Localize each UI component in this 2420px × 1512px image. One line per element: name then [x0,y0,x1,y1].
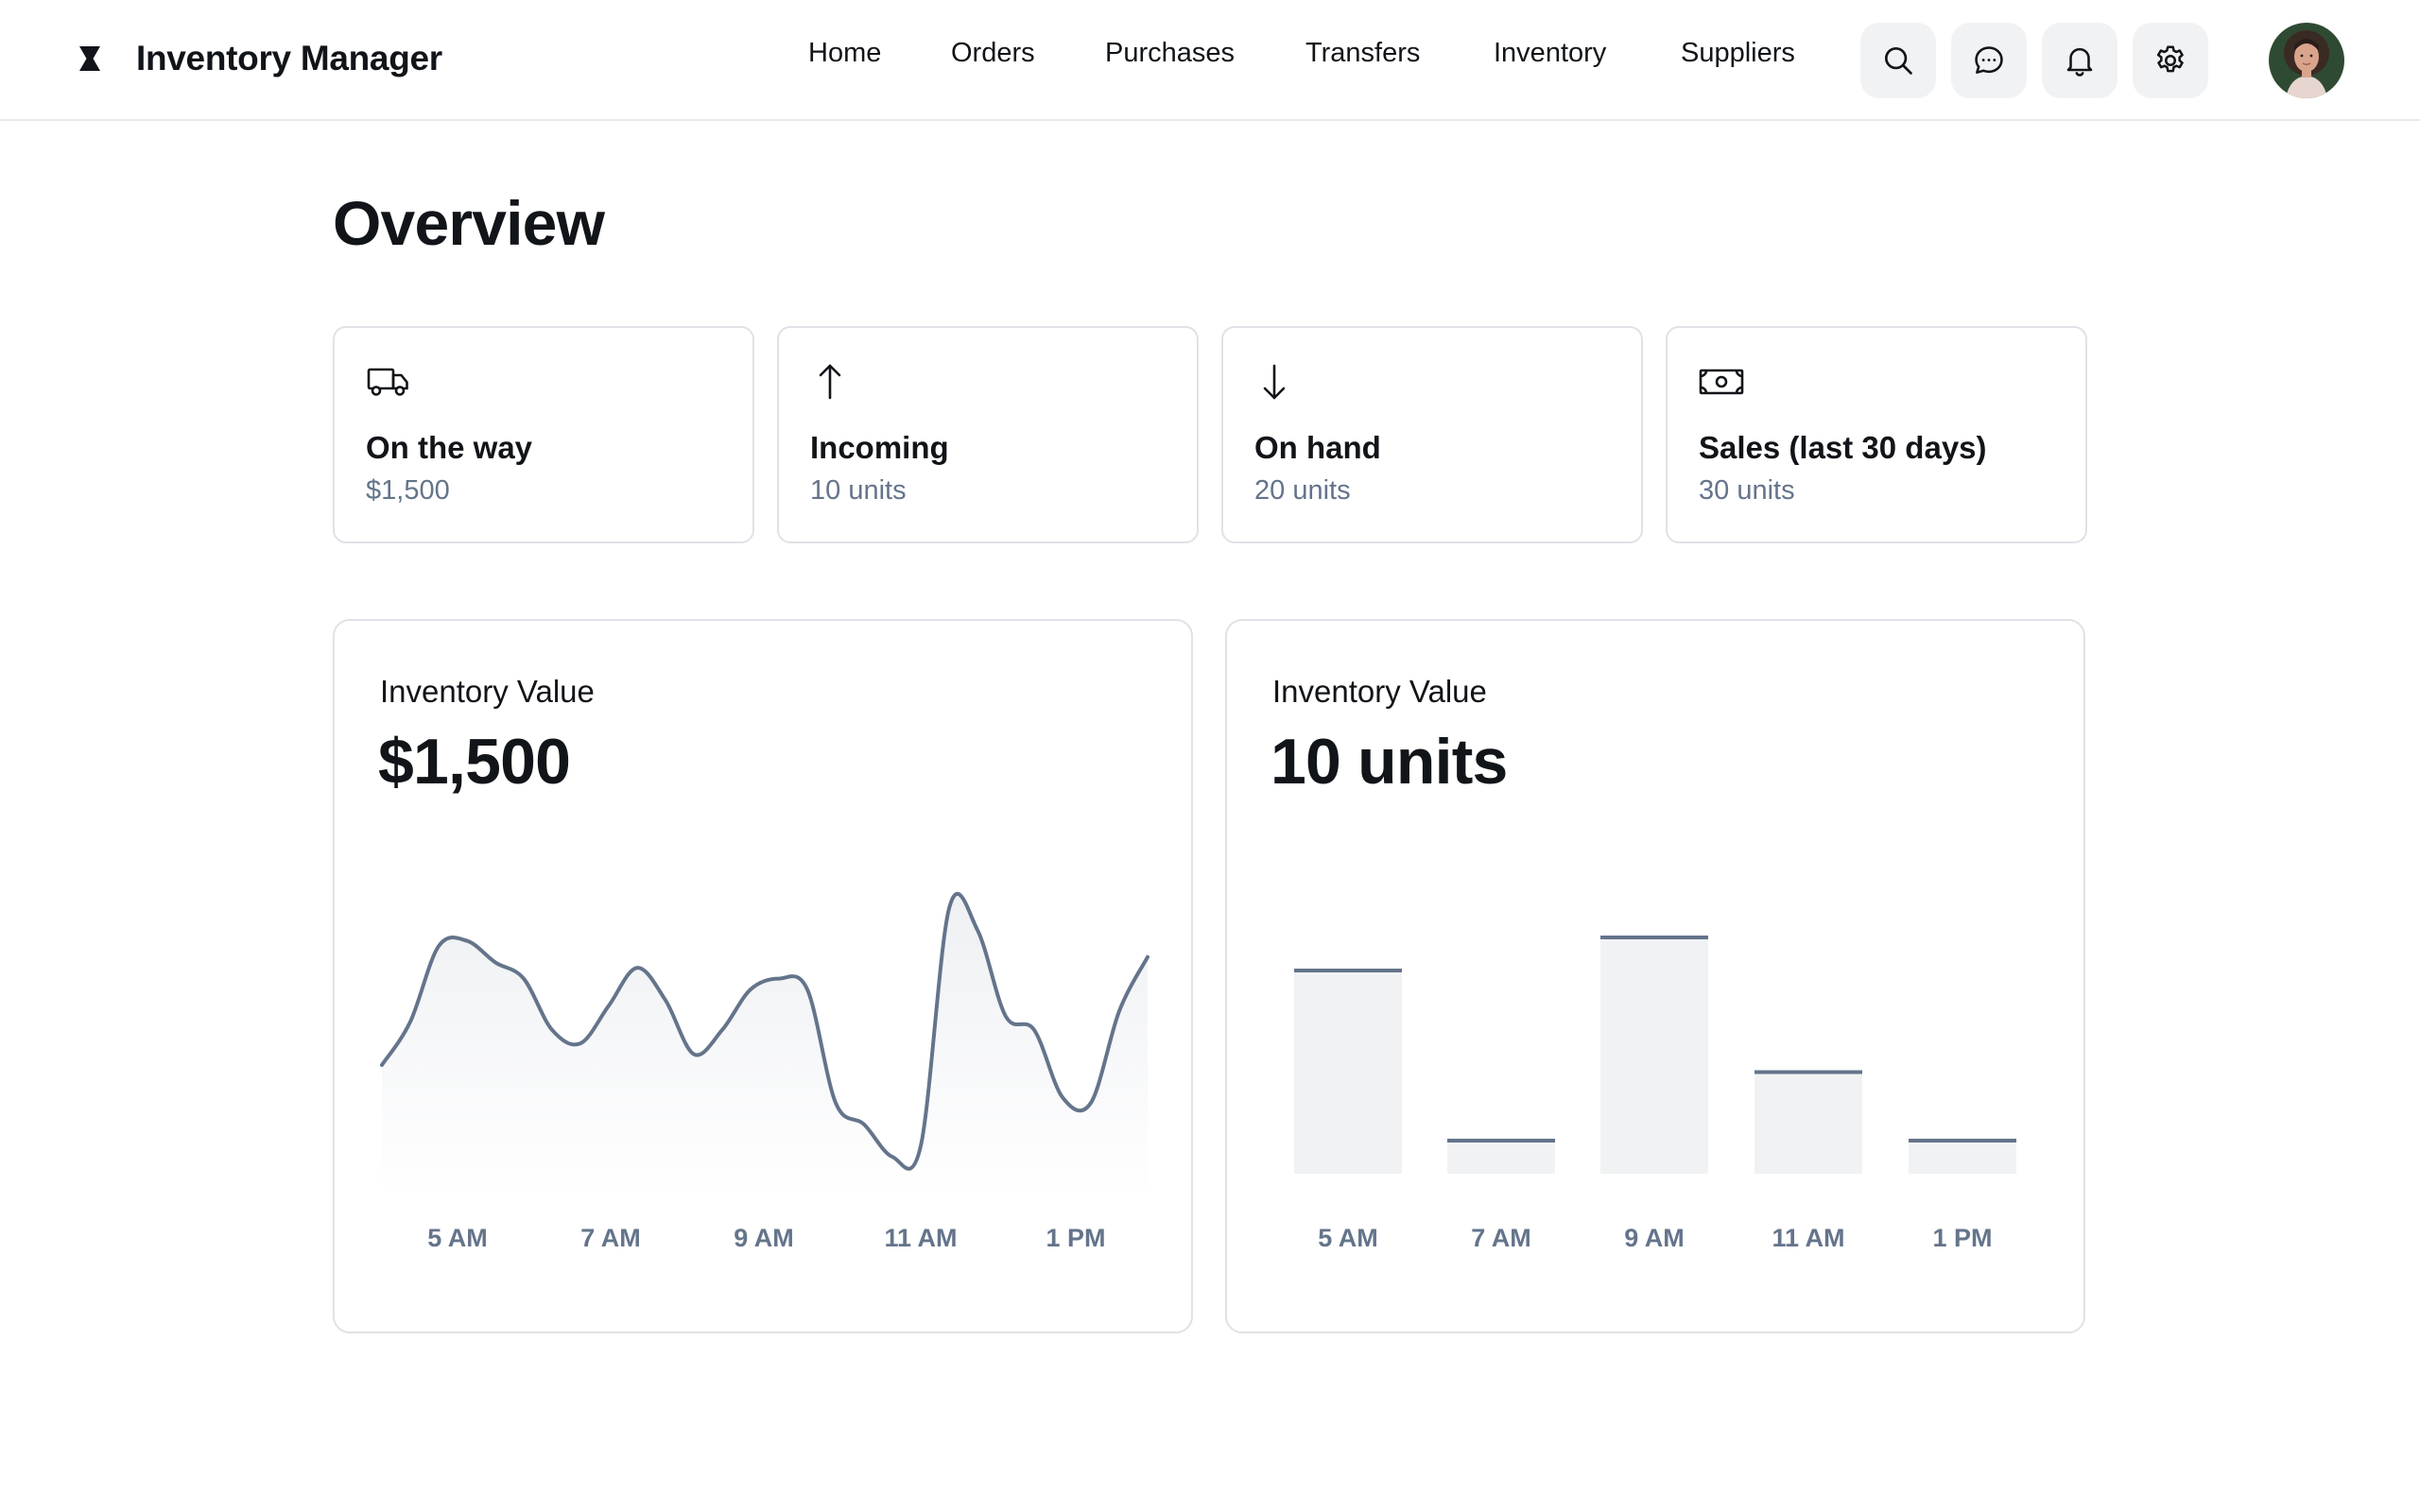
stat-label: Sales (last 30 days) [1699,430,1987,465]
app-title: Inventory Manager [136,39,442,77]
x-tick-label: 5 AM [1318,1224,1378,1252]
x-tick-label: 11 AM [1772,1224,1844,1252]
bar[interactable] [1909,1139,2016,1174]
x-tick-label: 7 AM [580,1224,641,1252]
stat-value: $1,500 [366,475,450,506]
top-navigation-bar: Inventory Manager Home Orders Purchases … [0,0,2420,121]
x-tick-label: 11 AM [884,1224,957,1252]
x-tick-label: 5 AM [427,1224,488,1252]
x-tick-label: 7 AM [1471,1224,1531,1252]
bar[interactable] [1600,936,1708,1174]
nav-inventory[interactable]: Inventory [1494,38,1606,69]
search-icon [1884,46,1912,75]
bar[interactable] [1447,1139,1555,1174]
user-avatar[interactable] [2269,23,2344,98]
line-chart-area [382,893,1148,1197]
x-tick-label: 9 AM [1624,1224,1685,1252]
notifications-button[interactable] [2042,23,2118,98]
stat-label: On hand [1254,430,1381,465]
stat-card-sales[interactable]: Sales (last 30 days) 30 units [1666,326,2087,543]
nav-purchases[interactable]: Purchases [1105,38,1235,69]
bar-chart: 5 AM 7 AM 9 AM 11 AM 1 PM [1294,936,2016,1252]
stat-value: 30 units [1699,475,1795,506]
nav-home[interactable]: Home [808,38,881,69]
page-title: Overview [333,188,605,258]
line-chart: 5 AM 7 AM 9 AM 11 AM 1 PM [380,891,1150,1252]
inventory-value-bar-card: Inventory Value 10 units 5 AM 7 AM 9 AM 11 … [1225,619,2085,1333]
x-tick-label: 1 PM [1932,1224,1992,1252]
hourglass-logo-icon [79,46,100,71]
nav-orders[interactable]: Orders [951,38,1035,69]
bar[interactable] [1294,969,1402,1174]
stat-card-on-hand[interactable]: On hand 20 units [1221,326,1643,543]
stat-value: 10 units [810,475,907,506]
gear-icon [2156,45,2184,73]
search-button[interactable] [1860,23,1936,98]
truck-icon [367,368,408,396]
arrow-up-icon [819,364,841,400]
stat-value: 20 units [1254,475,1351,506]
bar[interactable] [1754,1070,1862,1175]
stat-label: Incoming [810,430,949,465]
settings-button[interactable] [2133,23,2208,98]
avatar-image [2269,23,2344,98]
x-tick-label: 1 PM [1046,1224,1105,1252]
inventory-value-line-card: Inventory Value $1,500 5 AM 7 AM 9 AM 11 AM… [333,619,1193,1333]
stat-card-incoming[interactable]: Incoming 10 units [777,326,1199,543]
chat-icon [1975,46,2003,74]
x-tick-label: 9 AM [734,1224,794,1252]
banknote-icon [1699,369,1744,395]
nav-transfers[interactable]: Transfers [1305,38,1420,69]
stat-label: On the way [366,430,533,465]
messages-button[interactable] [1951,23,2027,98]
stat-card-on-the-way[interactable]: On the way $1,500 [333,326,754,543]
bell-icon [2066,47,2093,77]
brand[interactable]: Inventory Manager [76,32,442,85]
nav-suppliers[interactable]: Suppliers [1681,38,1795,69]
arrow-down-icon [1263,364,1286,400]
